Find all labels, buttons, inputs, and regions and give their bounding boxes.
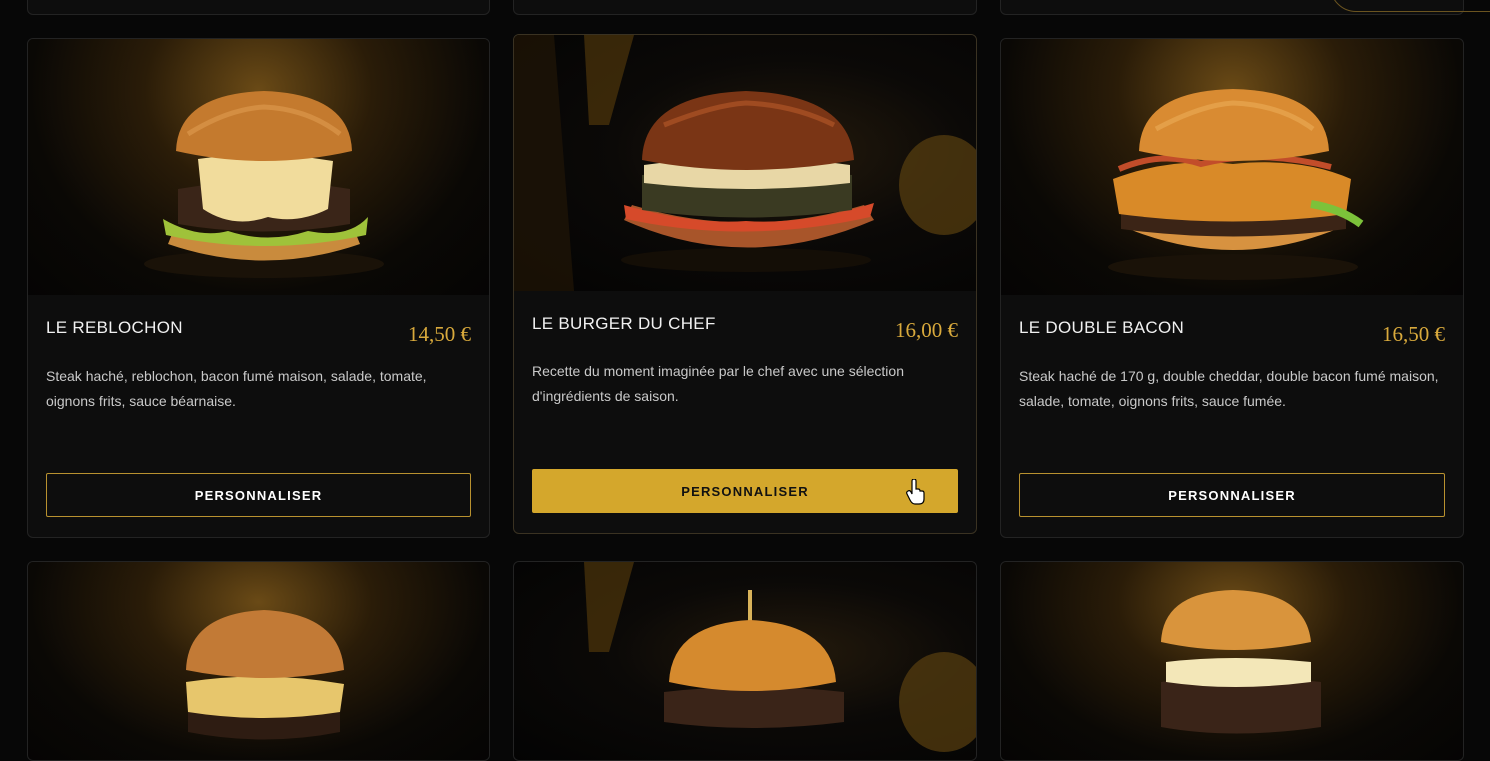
menu-card-reblochon[interactable]: LE REBLOCHON 14,50 € Steak haché, rebloc… xyxy=(27,38,490,538)
item-price: 16,50 € xyxy=(1382,322,1445,346)
burger-photo-double-bacon xyxy=(1001,39,1463,295)
burger-photo xyxy=(514,562,976,760)
menu-card-bottom-1[interactable] xyxy=(27,561,490,761)
personalize-button[interactable]: PERSONNALISER xyxy=(532,469,958,513)
item-price: 14,50 € xyxy=(408,322,471,346)
item-description: Recette du moment imaginée par le chef a… xyxy=(532,363,904,404)
item-title: LE REBLOCHON xyxy=(46,318,183,337)
personalize-button[interactable]: PERSONNALISER xyxy=(1019,473,1445,517)
item-price: 16,00 € xyxy=(895,318,958,342)
item-description: Steak haché de 170 g, double cheddar, do… xyxy=(1019,368,1439,409)
menu-card-bottom-3[interactable] xyxy=(1000,561,1464,761)
hand-pointer-icon xyxy=(906,479,925,505)
burger-photo-chef xyxy=(514,35,976,291)
item-title: LE DOUBLE BACON xyxy=(1019,318,1185,337)
personalize-button[interactable]: PERSONNALISER xyxy=(46,473,471,517)
menu-card-burger-du-chef[interactable]: LE BURGER DU CHEF 16,00 € Recette du mom… xyxy=(513,34,977,534)
menu-card-top-1 xyxy=(27,0,490,15)
top-pill-button[interactable] xyxy=(1330,0,1490,12)
menu-card-double-bacon[interactable]: LE DOUBLE BACON 16,50 € Steak haché de 1… xyxy=(1000,38,1464,538)
burger-photo xyxy=(28,562,489,760)
item-title: LE BURGER DU CHEF xyxy=(532,314,716,333)
item-description: Steak haché, reblochon, bacon fumé maiso… xyxy=(46,368,427,409)
burger-photo-reblochon xyxy=(28,39,489,295)
burger-photo xyxy=(1001,562,1463,760)
menu-card-bottom-2[interactable] xyxy=(513,561,977,761)
menu-card-top-2 xyxy=(513,0,977,15)
